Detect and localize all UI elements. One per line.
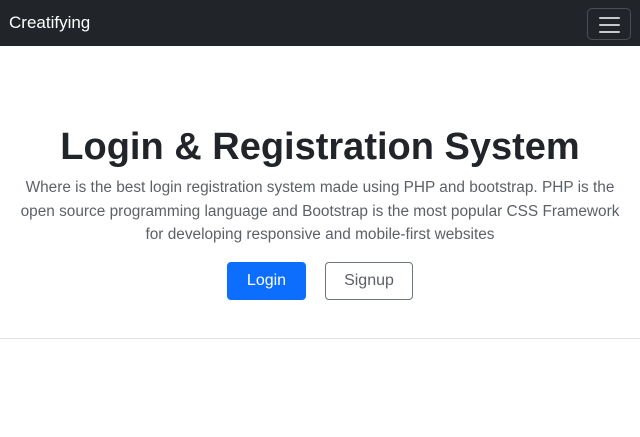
navbar: Creatifying [0,0,640,46]
navbar-toggler-button[interactable] [587,8,631,40]
navbar-brand[interactable]: Creatifying [9,12,90,34]
login-button[interactable]: Login [227,262,306,300]
signup-button[interactable]: Signup [325,262,413,300]
section-divider [0,338,640,339]
page-title: Login & Registration System [60,126,580,168]
hero-description: Where is the best login registration sys… [20,179,620,243]
hero-section: Login & Registration System Where is the… [0,46,640,338]
